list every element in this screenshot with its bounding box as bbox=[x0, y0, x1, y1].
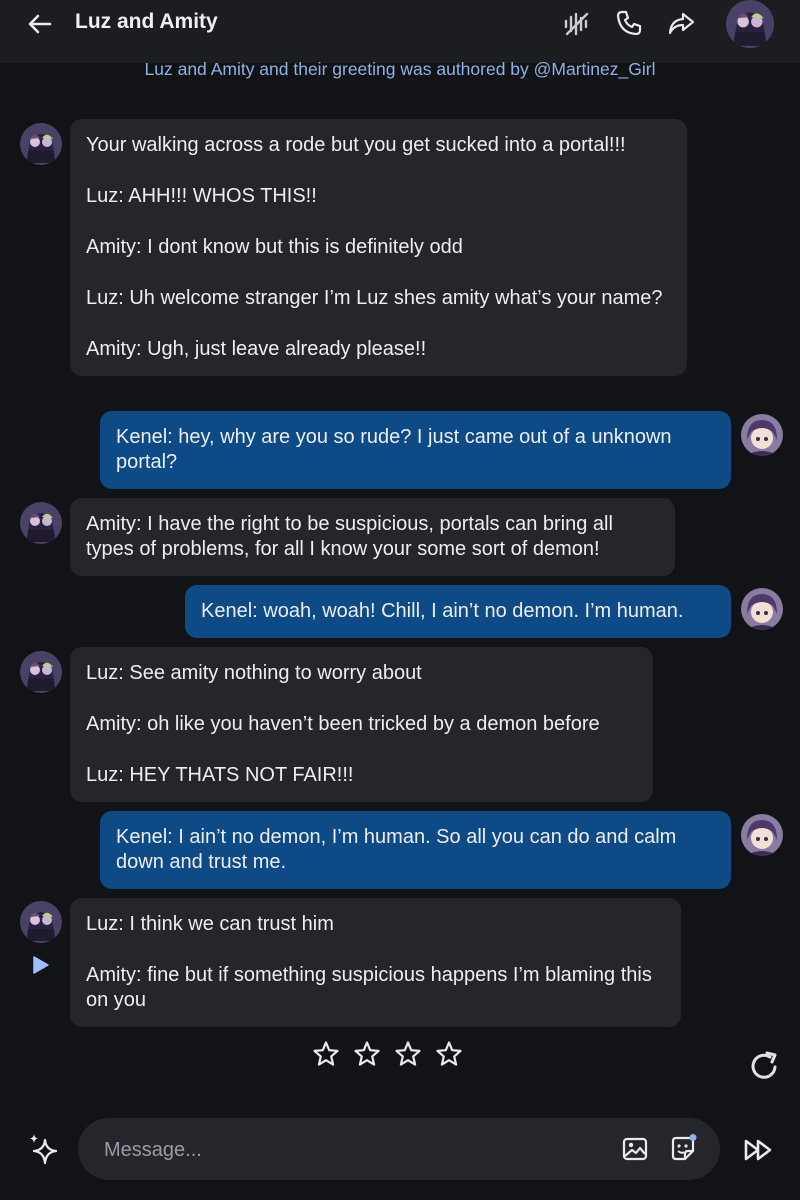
star-outline-icon[interactable] bbox=[312, 1040, 340, 1068]
star-outline-icon[interactable] bbox=[435, 1040, 463, 1068]
message-composer bbox=[78, 1118, 720, 1182]
image-icon[interactable] bbox=[620, 1134, 650, 1164]
user-message[interactable]: Kenel: I ain’t no demon, I’m human. So a… bbox=[100, 811, 731, 889]
arrow-left-icon[interactable] bbox=[24, 8, 56, 40]
star-outline-icon[interactable] bbox=[353, 1040, 381, 1068]
user-avatar[interactable] bbox=[741, 414, 783, 456]
message-line: Kenel: woah, woah! Chill, I ain’t no dem… bbox=[201, 600, 684, 622]
message-line: Kenel: I ain’t no demon, I’m human. So a… bbox=[116, 826, 682, 873]
user-avatar[interactable] bbox=[741, 588, 783, 630]
bot-message[interactable]: Your walking across a rode but you get s… bbox=[70, 119, 687, 376]
message-line: Kenel: hey, why are you so rude? I just … bbox=[116, 426, 678, 473]
message-line: Luz: See amity nothing to worry about bbox=[86, 662, 422, 684]
phone-icon[interactable] bbox=[614, 8, 644, 38]
character-avatar[interactable] bbox=[726, 0, 774, 48]
bot-avatar[interactable] bbox=[20, 123, 62, 165]
top-bar: Luz and Amity bbox=[0, 0, 800, 63]
message-input[interactable] bbox=[102, 1118, 586, 1182]
sticker-icon[interactable] bbox=[668, 1134, 698, 1164]
message-line: Luz: AHH!!! WHOS THIS!! bbox=[86, 185, 317, 207]
play-icon[interactable] bbox=[30, 955, 50, 975]
voice-off-icon[interactable] bbox=[562, 8, 592, 38]
refresh-icon[interactable] bbox=[748, 1049, 782, 1083]
message-line: Amity: I dont know but this is definitel… bbox=[86, 236, 463, 258]
chat-title: Luz and Amity bbox=[75, 10, 218, 33]
user-message[interactable]: Kenel: hey, why are you so rude? I just … bbox=[100, 411, 731, 489]
bot-message[interactable]: Luz: See amity nothing to worry about Am… bbox=[70, 647, 653, 802]
bot-avatar[interactable] bbox=[20, 901, 62, 943]
fast-forward-icon[interactable] bbox=[742, 1133, 776, 1167]
sparkle-icon[interactable] bbox=[26, 1132, 62, 1168]
message-line: Amity: oh like you haven’t been tricked … bbox=[86, 713, 600, 735]
message-line: Amity: I have the right to be suspicious… bbox=[86, 513, 619, 560]
bot-message[interactable]: Luz: I think we can trust him Amity: fin… bbox=[70, 898, 681, 1027]
bot-message[interactable]: Amity: I have the right to be suspicious… bbox=[70, 498, 675, 576]
message-line: Luz: HEY THATS NOT FAIR!!! bbox=[86, 764, 354, 786]
rating-stars bbox=[312, 1040, 463, 1068]
bot-avatar[interactable] bbox=[20, 651, 62, 693]
share-icon[interactable] bbox=[666, 8, 696, 38]
bot-avatar[interactable] bbox=[20, 502, 62, 544]
message-line: Amity: Ugh, just leave already please!! bbox=[86, 338, 427, 360]
message-line: Luz: Uh welcome stranger I’m Luz shes am… bbox=[86, 287, 663, 309]
message-line: Luz: I think we can trust him bbox=[86, 913, 334, 935]
author-credit: Luz and Amity and their greeting was aut… bbox=[144, 59, 656, 79]
message-line: Amity: fine but if something suspicious … bbox=[86, 964, 658, 1011]
star-outline-icon[interactable] bbox=[394, 1040, 422, 1068]
user-message[interactable]: Kenel: woah, woah! Chill, I ain’t no dem… bbox=[185, 585, 731, 638]
message-line: Your walking across a rode but you get s… bbox=[86, 134, 626, 156]
user-avatar[interactable] bbox=[741, 814, 783, 856]
